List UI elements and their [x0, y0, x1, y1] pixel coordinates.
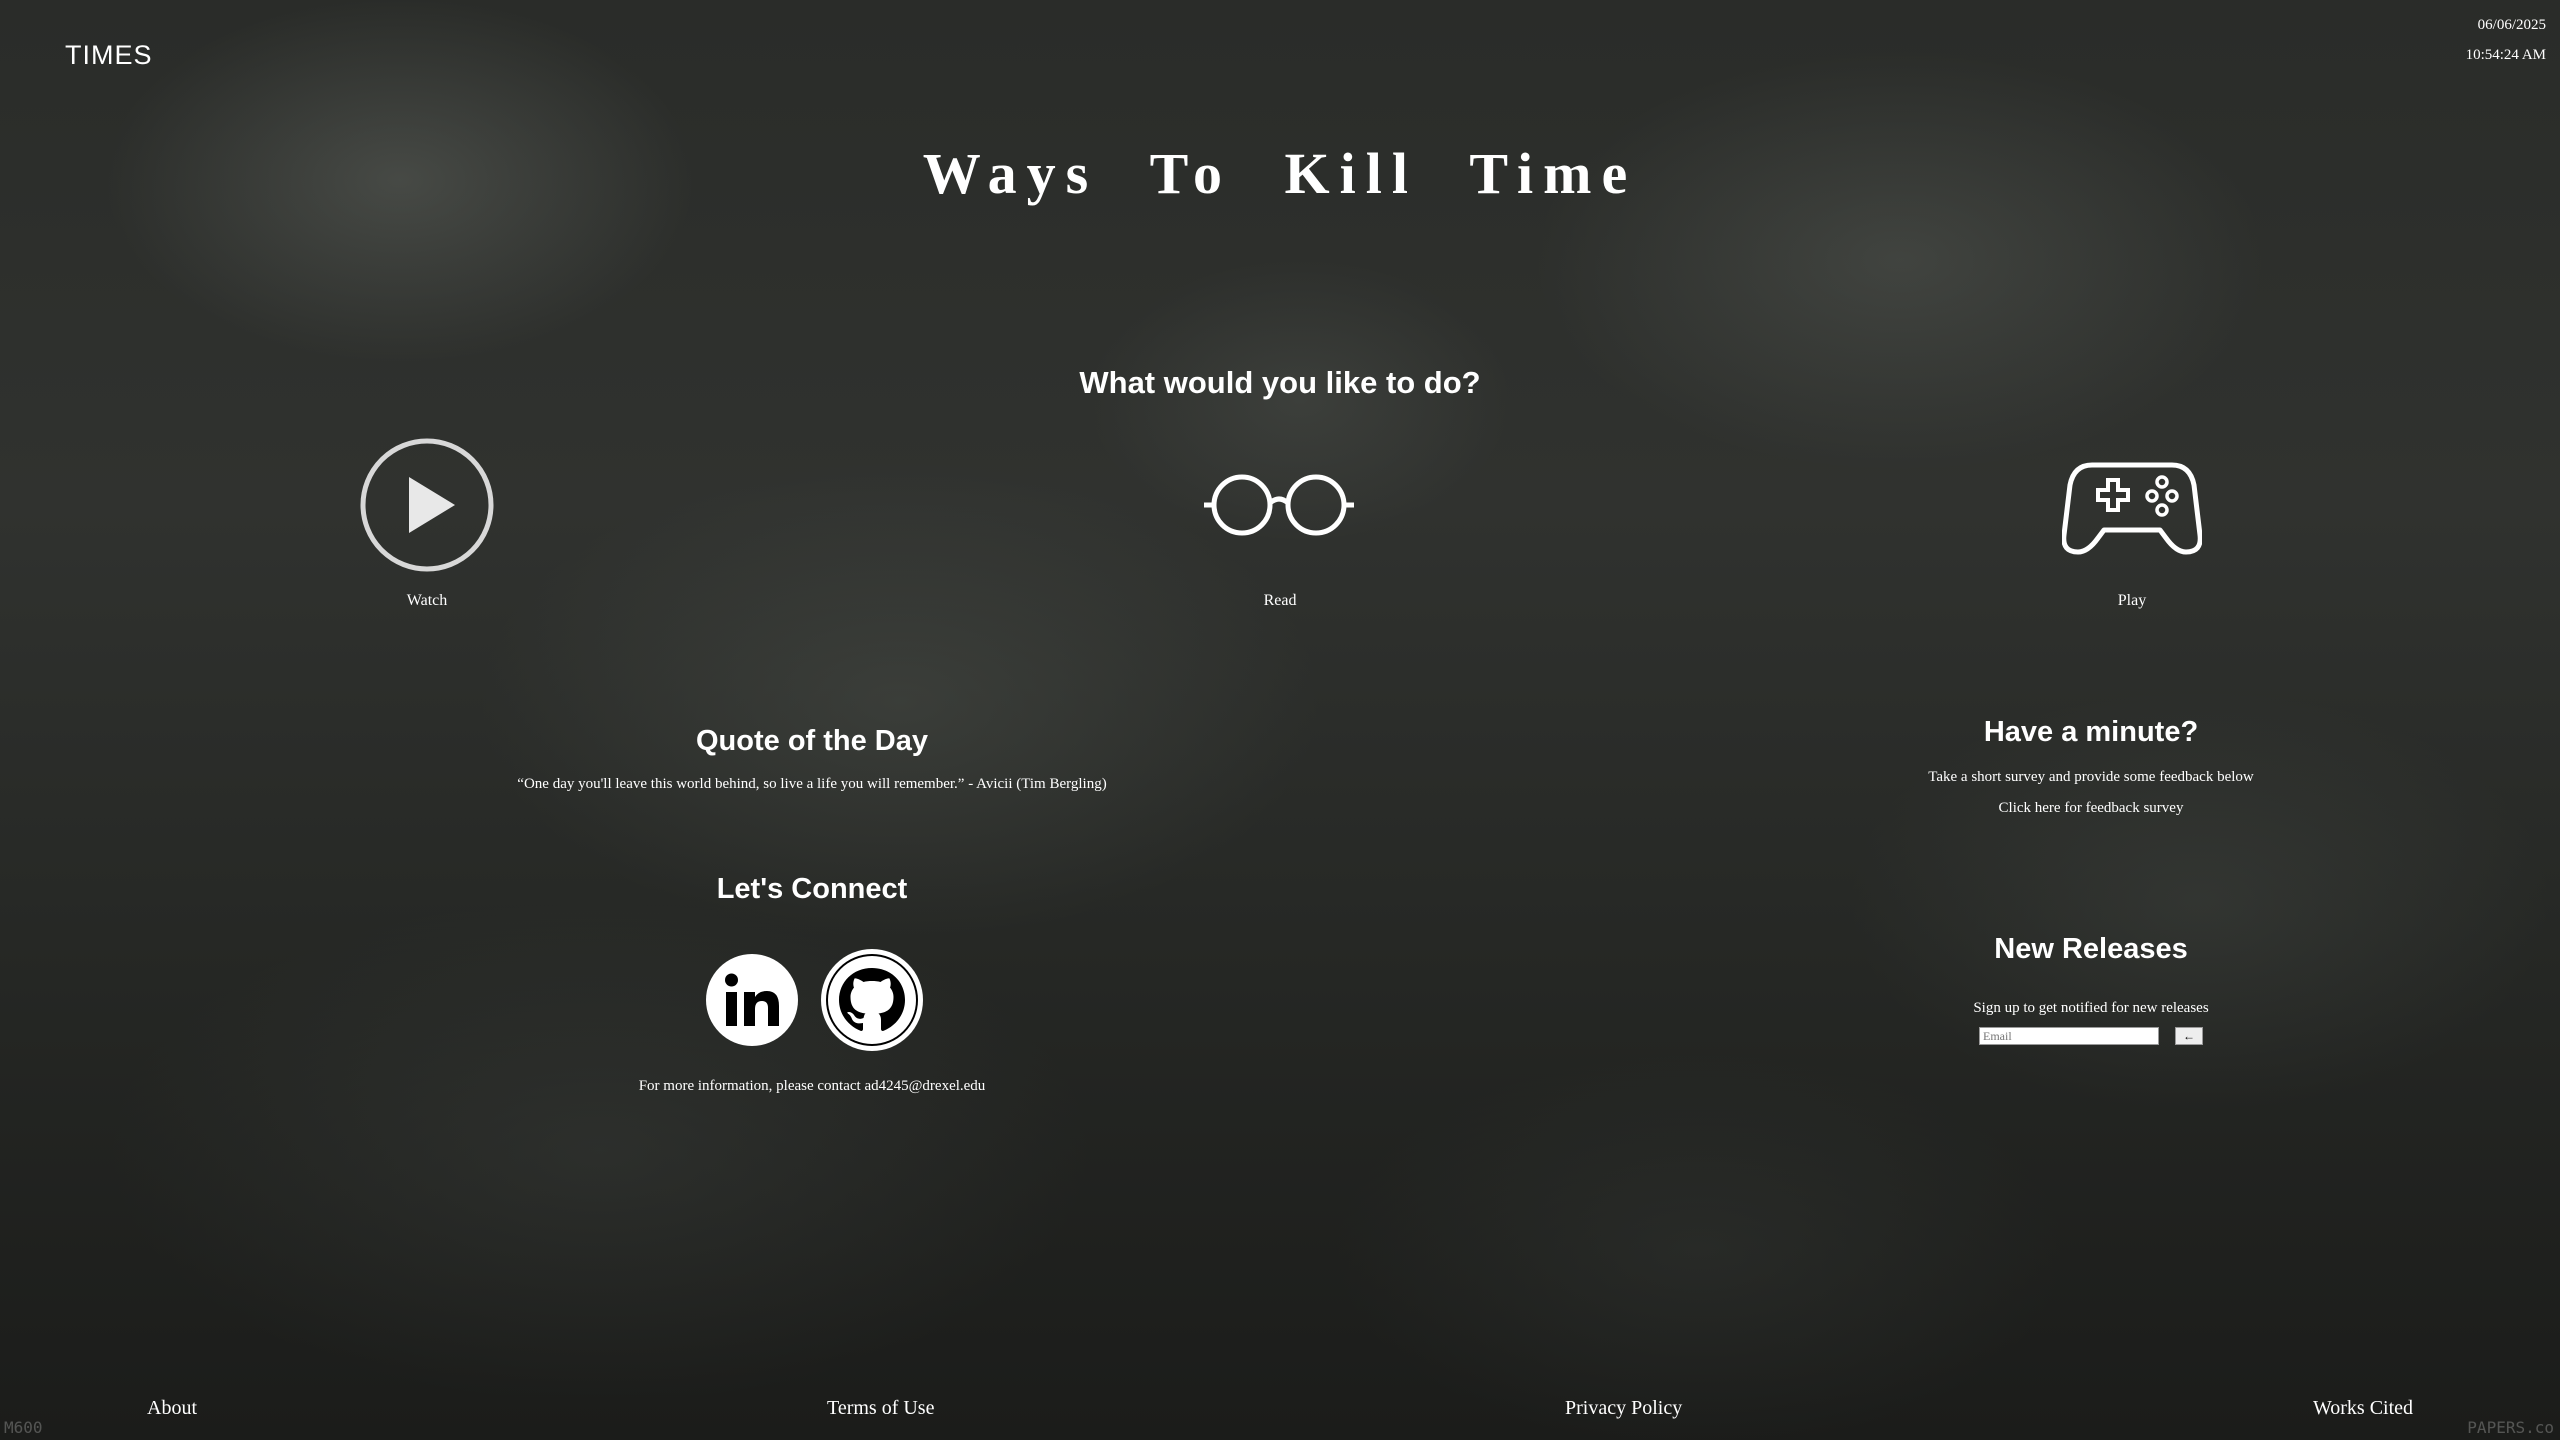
footer-terms-link[interactable]: Terms of Use — [827, 1397, 934, 1420]
watermark-right: PAPERS.co — [2467, 1418, 2554, 1437]
footer-privacy-link[interactable]: Privacy Policy — [1565, 1397, 1682, 1420]
releases-text: Sign up to get notified for new releases — [1973, 1000, 2209, 1016]
activity-prompt: What would you like to do? — [1079, 365, 1481, 400]
email-input[interactable] — [1979, 1027, 2159, 1045]
footer-about-link[interactable]: About — [147, 1397, 197, 1420]
read-option[interactable]: Read — [1170, 430, 1390, 610]
connect-heading: Let's Connect — [716, 873, 908, 905]
watermark-left: M600 — [4, 1418, 43, 1437]
releases-section: New Releases Sign up to get notified for… — [1791, 933, 2391, 1045]
play-label[interactable]: Play — [2022, 592, 2242, 610]
survey-link[interactable]: Click here for feedback survey — [1791, 800, 2391, 817]
connect-section: Let's Connect For more information, plea… — [512, 873, 1112, 1095]
contact-info: For more information, please contact ad4… — [638, 1078, 986, 1094]
play-icon[interactable] — [317, 430, 537, 580]
social-links — [512, 954, 1112, 1046]
quote-text: “One day you'll leave this world behind,… — [517, 776, 1107, 792]
gamepad-icon[interactable] — [2022, 430, 2242, 580]
play-option[interactable]: Play — [2022, 430, 2242, 610]
glasses-icon[interactable] — [1170, 430, 1390, 580]
current-date: 06/06/2025 — [2477, 17, 2546, 33]
watch-option[interactable]: Watch — [317, 430, 537, 610]
survey-heading: Have a minute? — [1983, 716, 2199, 748]
current-time: 10:54:24 AM — [2465, 47, 2546, 63]
date-time: 06/06/2025 10:54:24 AM — [2466, 10, 2546, 70]
read-label[interactable]: Read — [1170, 592, 1390, 610]
linkedin-icon[interactable] — [706, 954, 798, 1046]
watch-label[interactable]: Watch — [317, 592, 537, 610]
page-title: Ways To Kill Time — [922, 141, 1638, 206]
releases-heading: New Releases — [1994, 933, 2188, 965]
survey-text: Take a short survey and provide some fee… — [1928, 769, 2254, 785]
github-icon[interactable] — [826, 954, 918, 1046]
survey-section: Have a minute? Take a short survey and p… — [1791, 716, 2391, 817]
footer-works-cited-link[interactable]: Works Cited — [2313, 1397, 2413, 1420]
quote-section: Quote of the Day “One day you'll leave t… — [412, 725, 1212, 793]
submit-button[interactable]: ← — [2175, 1027, 2203, 1045]
quote-heading: Quote of the Day — [695, 725, 928, 757]
signup-form: ← — [1791, 1027, 2391, 1045]
brand-logo[interactable]: TIMES — [65, 40, 153, 71]
